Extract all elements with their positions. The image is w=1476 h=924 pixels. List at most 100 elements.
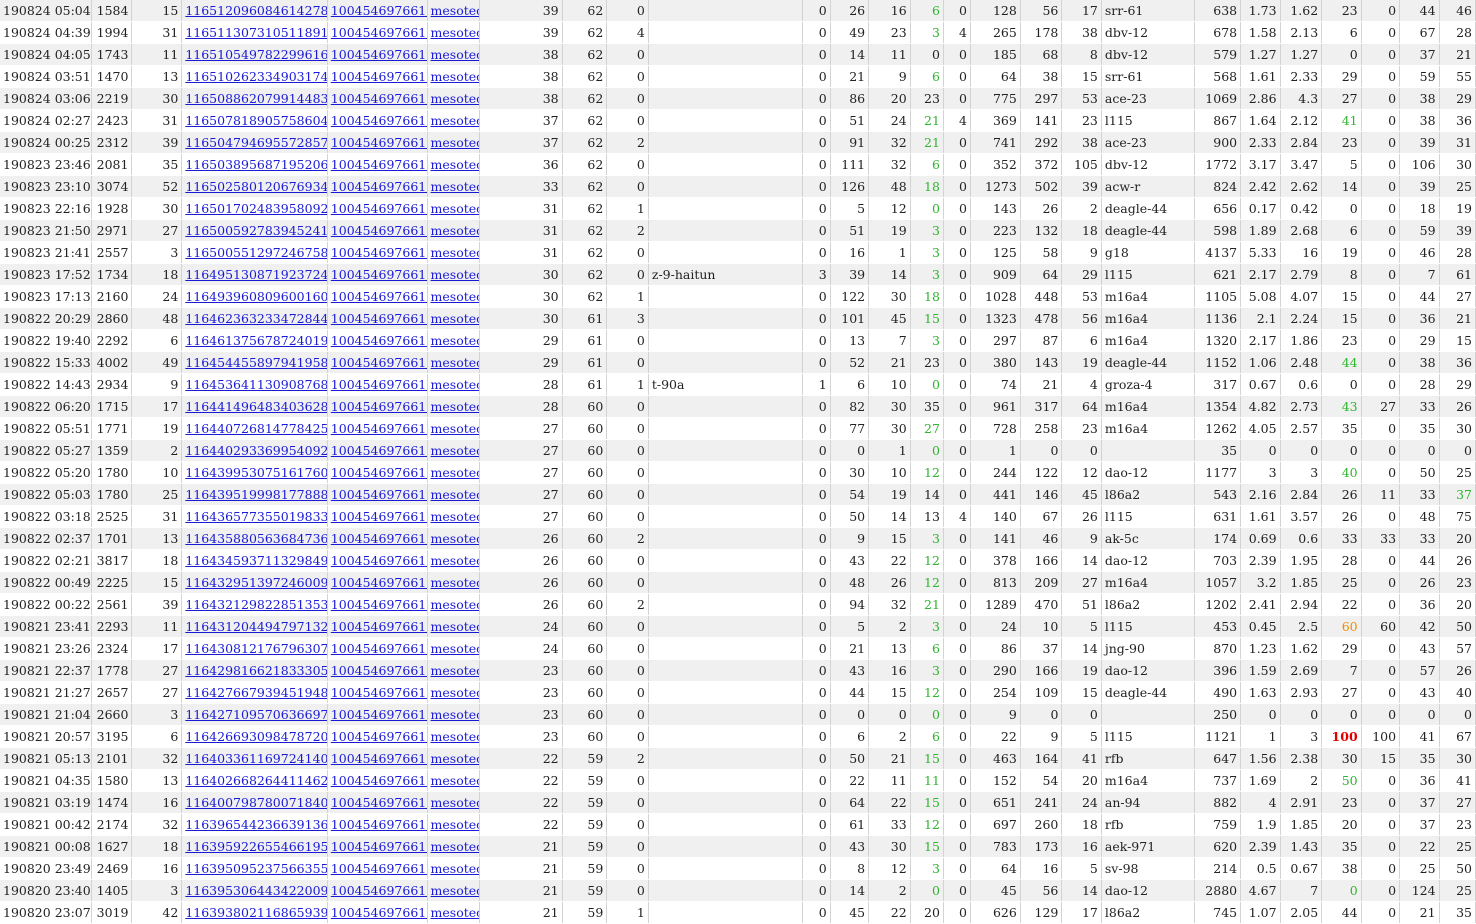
match-id-link[interactable]: 1163953064434220096 <box>185 883 326 898</box>
match-id-link[interactable]: 1165038956871952064 <box>185 157 326 172</box>
cell-player-id-link[interactable]: 1004546976617 <box>327 879 428 902</box>
cell-player-id-link[interactable]: 1004546976617 <box>327 703 428 726</box>
cell-match-id-link[interactable]: 1165078189057586048 <box>181 109 328 132</box>
player-name-link[interactable]: mesotec <box>431 113 478 128</box>
cell-player-id-link[interactable]: 1004546976617 <box>327 615 428 638</box>
player-id-link[interactable]: 1004546976617 <box>331 179 426 194</box>
cell-player-id-link[interactable]: 1004546976617 <box>327 791 428 814</box>
cell-player-name-link[interactable]: mesotec <box>427 175 480 198</box>
cell-match-id-link[interactable]: 1165113073105118912 <box>181 21 328 44</box>
player-id-link[interactable]: 1004546976617 <box>331 619 426 634</box>
cell-player-name-link[interactable]: mesotec <box>427 0 480 22</box>
cell-match-id-link[interactable]: 1164939608096001600 <box>181 285 328 308</box>
match-id-link[interactable]: 1164345937113298496 <box>185 553 326 568</box>
cell-player-id-link[interactable]: 1004546976617 <box>327 461 428 484</box>
cell-match-id-link[interactable]: 1164271095706366976 <box>181 703 328 726</box>
match-id-link[interactable]: 1164276679394519488 <box>185 685 326 700</box>
cell-player-name-link[interactable]: mesotec <box>427 65 480 88</box>
match-id-link[interactable]: 1164026682644114624 <box>185 773 326 788</box>
cell-player-id-link[interactable]: 1004546976617 <box>327 0 428 22</box>
cell-player-name-link[interactable]: mesotec <box>427 461 480 484</box>
player-id-link[interactable]: 1004546976617 <box>331 509 426 524</box>
cell-player-id-link[interactable]: 1004546976617 <box>327 769 428 792</box>
match-id-link[interactable]: 1164939608096001600 <box>185 289 326 304</box>
cell-player-name-link[interactable]: mesotec <box>427 901 480 924</box>
player-name-link[interactable]: mesotec <box>431 663 478 678</box>
player-id-link[interactable]: 1004546976617 <box>331 663 426 678</box>
cell-player-name-link[interactable]: mesotec <box>427 21 480 44</box>
match-id-link[interactable]: 1164271095706366976 <box>185 707 326 722</box>
cell-player-name-link[interactable]: mesotec <box>427 769 480 792</box>
player-name-link[interactable]: mesotec <box>431 751 478 766</box>
player-id-link[interactable]: 1004546976617 <box>331 267 426 282</box>
cell-player-name-link[interactable]: mesotec <box>427 285 480 308</box>
cell-match-id-link[interactable]: 1164007987800718400 <box>181 791 328 814</box>
cell-player-id-link[interactable]: 1004546976617 <box>327 43 428 66</box>
player-name-link[interactable]: mesotec <box>431 773 478 788</box>
cell-player-id-link[interactable]: 1004546976617 <box>327 175 428 198</box>
player-name-link[interactable]: mesotec <box>431 311 478 326</box>
cell-player-id-link[interactable]: 1004546976617 <box>327 373 428 396</box>
match-id-link[interactable]: 1164623632334728448 <box>185 311 326 326</box>
player-name-link[interactable]: mesotec <box>431 399 478 414</box>
player-id-link[interactable]: 1004546976617 <box>331 751 426 766</box>
cell-match-id-link[interactable]: 1164026682644114624 <box>181 769 328 792</box>
match-id-link[interactable]: 1165005512972467584 <box>185 245 326 260</box>
cell-match-id-link[interactable]: 1165038956871952064 <box>181 153 328 176</box>
cell-player-name-link[interactable]: mesotec <box>427 813 480 836</box>
player-id-link[interactable]: 1004546976617 <box>331 487 426 502</box>
cell-match-id-link[interactable]: 1165102623349031744 <box>181 65 328 88</box>
cell-player-id-link[interactable]: 1004546976617 <box>327 439 428 462</box>
cell-player-name-link[interactable]: mesotec <box>427 395 480 418</box>
cell-player-id-link[interactable]: 1004546976617 <box>327 219 428 242</box>
player-name-link[interactable]: mesotec <box>431 3 478 18</box>
player-name-link[interactable]: mesotec <box>431 377 478 392</box>
cell-player-id-link[interactable]: 1004546976617 <box>327 109 428 132</box>
cell-match-id-link[interactable]: 1164623632334728448 <box>181 307 328 330</box>
cell-player-id-link[interactable]: 1004546976617 <box>327 835 428 858</box>
cell-player-id-link[interactable]: 1004546976617 <box>327 857 428 880</box>
match-id-link[interactable]: 1164329513972460096 <box>185 575 326 590</box>
match-id-link[interactable]: 1164414964834036288 <box>185 399 326 414</box>
player-id-link[interactable]: 1004546976617 <box>331 3 426 18</box>
player-name-link[interactable]: mesotec <box>431 597 478 612</box>
cell-match-id-link[interactable]: 1164308121767963072 <box>181 637 328 660</box>
match-id-link[interactable]: 1164308121767963072 <box>185 641 326 656</box>
cell-match-id-link[interactable]: 1164414964834036288 <box>181 395 328 418</box>
cell-player-name-link[interactable]: mesotec <box>427 417 480 440</box>
cell-match-id-link[interactable]: 1164951308719237248 <box>181 263 328 286</box>
cell-player-name-link[interactable]: mesotec <box>427 571 480 594</box>
player-name-link[interactable]: mesotec <box>431 421 478 436</box>
cell-match-id-link[interactable]: 1164298166218333056 <box>181 659 328 682</box>
player-id-link[interactable]: 1004546976617 <box>331 597 426 612</box>
player-name-link[interactable]: mesotec <box>431 487 478 502</box>
cell-player-name-link[interactable]: mesotec <box>427 307 480 330</box>
player-id-link[interactable]: 1004546976617 <box>331 773 426 788</box>
player-id-link[interactable]: 1004546976617 <box>331 311 426 326</box>
cell-player-name-link[interactable]: mesotec <box>427 835 480 858</box>
player-name-link[interactable]: mesotec <box>431 223 478 238</box>
cell-player-id-link[interactable]: 1004546976617 <box>327 505 428 528</box>
cell-player-name-link[interactable]: mesotec <box>427 527 480 550</box>
match-id-link[interactable]: 1163938021168659392 <box>185 905 326 920</box>
player-id-link[interactable]: 1004546976617 <box>331 25 426 40</box>
player-id-link[interactable]: 1004546976617 <box>331 729 426 744</box>
match-id-link[interactable]: 1163950952375663552 <box>185 861 326 876</box>
cell-match-id-link[interactable]: 1163938021168659392 <box>181 901 328 924</box>
player-name-link[interactable]: mesotec <box>431 575 478 590</box>
cell-match-id-link[interactable]: 1164613756787240192 <box>181 329 328 352</box>
cell-player-id-link[interactable]: 1004546976617 <box>327 901 428 924</box>
cell-player-name-link[interactable]: mesotec <box>427 197 480 220</box>
cell-player-id-link[interactable]: 1004546976617 <box>327 659 428 682</box>
cell-player-id-link[interactable]: 1004546976617 <box>327 395 428 418</box>
match-id-link[interactable]: 1164544558979419584 <box>185 355 326 370</box>
player-name-link[interactable]: mesotec <box>431 355 478 370</box>
player-id-link[interactable]: 1004546976617 <box>331 333 426 348</box>
cell-player-id-link[interactable]: 1004546976617 <box>327 329 428 352</box>
player-name-link[interactable]: mesotec <box>431 619 478 634</box>
player-name-link[interactable]: mesotec <box>431 245 478 260</box>
player-name-link[interactable]: mesotec <box>431 531 478 546</box>
match-id-link[interactable]: 1165113073105118912 <box>185 25 326 40</box>
player-name-link[interactable]: mesotec <box>431 135 478 150</box>
cell-player-id-link[interactable]: 1004546976617 <box>327 263 428 286</box>
